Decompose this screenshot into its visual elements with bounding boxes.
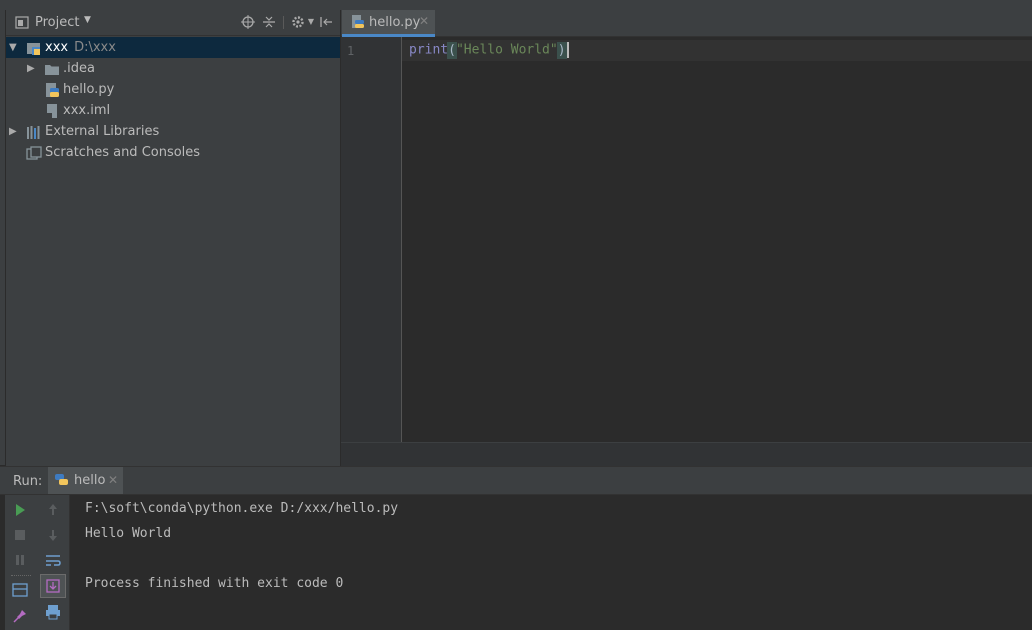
tree-item-label: hello.py <box>63 82 115 97</box>
run-toolbar <box>5 495 70 630</box>
tree-item-external-libraries[interactable]: ▶ External Libraries <box>6 121 340 142</box>
editor-breadcrumb-bar <box>341 442 1032 467</box>
tree-item-label: xxx.iml <box>63 103 111 118</box>
collapse-all-icon[interactable] <box>261 14 277 30</box>
folder-icon <box>45 65 59 75</box>
tree-item-label: Scratches and Consoles <box>45 145 201 160</box>
scratches-icon <box>26 146 42 160</box>
python-file-icon <box>46 83 59 97</box>
tree-item-xxx-iml[interactable]: xxx.iml <box>6 100 340 121</box>
tab-label: hello.py <box>369 15 421 30</box>
project-panel: Project ▼ ▼ ▼ xxx D:\xxx ▶ .idea hello.p… <box>6 10 341 466</box>
console-line: Process finished with exit code 0 <box>85 576 344 591</box>
project-icon <box>15 16 29 29</box>
soft-wrap-icon[interactable] <box>41 549 65 571</box>
arrow-down-icon[interactable] <box>41 524 65 546</box>
code-keyword: print <box>409 42 449 58</box>
locate-icon[interactable] <box>240 14 256 30</box>
python-file-icon <box>352 15 364 28</box>
project-panel-title[interactable]: Project <box>35 15 79 30</box>
print-icon[interactable] <box>41 601 65 623</box>
rerun-icon[interactable] <box>8 499 32 521</box>
close-icon[interactable]: ✕ <box>108 473 118 487</box>
header-divider <box>283 16 284 29</box>
tree-item-label: External Libraries <box>45 124 160 139</box>
chevron-down-icon[interactable]: ▼ <box>84 15 91 25</box>
tree-item-label: xxx <box>45 40 69 55</box>
close-icon[interactable]: ✕ <box>419 14 429 28</box>
hide-panel-icon[interactable] <box>318 14 334 30</box>
editor-area: hello.py ✕ 1 print("Hello World") <box>341 10 1032 467</box>
tree-item-root[interactable]: ▼ xxx D:\xxx <box>6 37 340 58</box>
code-string: "Hello World" <box>455 42 558 58</box>
project-panel-header: Project ▼ ▼ <box>6 10 340 36</box>
code-open-paren: ( <box>447 41 457 59</box>
tree-item-label: .idea <box>63 61 95 76</box>
tree-item-hello-py[interactable]: hello.py <box>6 79 340 100</box>
line-number-gutter: 1 <box>341 37 402 442</box>
code-line[interactable]: print("Hello World") <box>409 41 569 59</box>
run-tab-hello[interactable]: hello ✕ <box>48 467 123 494</box>
run-tab-label: hello <box>74 473 106 488</box>
expand-arrow-icon[interactable]: ▶ <box>9 121 19 142</box>
stop-icon[interactable] <box>8 524 32 546</box>
tree-item-scratches[interactable]: Scratches and Consoles <box>6 142 340 163</box>
toolbar-separator <box>11 575 31 577</box>
python-run-config-icon <box>55 474 68 485</box>
run-panel: Run: hello ✕ F:\soft\conda\python.exe D:… <box>0 466 1032 630</box>
restore-layout-icon[interactable] <box>8 579 32 601</box>
tree-item-path: D:\xxx <box>74 40 116 55</box>
gear-dropdown-icon[interactable]: ▼ <box>303 14 319 30</box>
console-line: Hello World <box>85 526 172 541</box>
scroll-to-end-icon[interactable] <box>40 574 66 598</box>
console-output[interactable]: F:\soft\conda\python.exe D:/xxx/hello.py… <box>85 500 398 600</box>
code-editor[interactable]: print("Hello World") <box>402 37 1032 442</box>
expand-arrow-icon[interactable]: ▶ <box>27 58 37 79</box>
line-number: 1 <box>347 44 355 58</box>
code-close-paren: ) <box>556 41 567 59</box>
pin-icon[interactable] <box>8 605 32 627</box>
tab-hello-py[interactable]: hello.py ✕ <box>342 10 435 37</box>
console-line: F:\soft\conda\python.exe D:/xxx/hello.py <box>85 501 399 516</box>
run-label: Run: <box>13 474 43 489</box>
tree-item-idea[interactable]: ▶ .idea <box>6 58 340 79</box>
run-panel-header: Run: hello ✕ <box>0 467 1032 495</box>
module-file-icon <box>47 104 57 118</box>
editor-tab-bar: hello.py ✕ <box>341 10 1032 37</box>
pause-icon[interactable] <box>8 549 32 571</box>
expand-arrow-icon[interactable]: ▼ <box>9 37 19 58</box>
library-icon <box>27 126 40 139</box>
text-cursor <box>566 42 569 58</box>
arrow-up-icon[interactable] <box>41 499 65 521</box>
project-folder-icon <box>27 43 40 55</box>
